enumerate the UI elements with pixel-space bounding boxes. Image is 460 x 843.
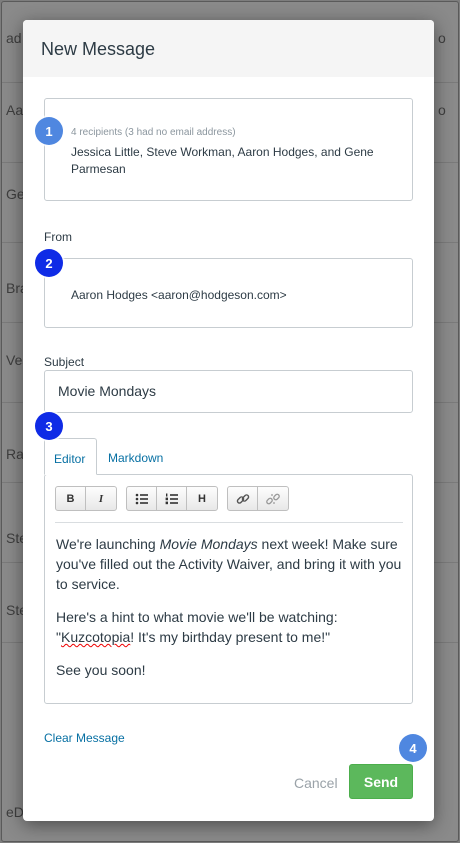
- from-value: Aaron Hodges <aaron@hodgeson.com>: [71, 288, 287, 302]
- subject-value: Movie Mondays: [58, 383, 157, 399]
- tab-editor[interactable]: Editor: [44, 438, 97, 475]
- callout-badge-4: 4: [399, 734, 427, 762]
- callout-badge-2: 2: [35, 249, 63, 277]
- message-editor[interactable]: B I H We're launching Movie Mondays next…: [44, 474, 413, 704]
- unlink-icon: [266, 493, 280, 504]
- background-text: ad: [6, 30, 22, 46]
- background-text: o: [438, 102, 446, 118]
- modal-header: New Message: [23, 20, 434, 77]
- new-message-modal: New Message 4 recipients (3 had no email…: [23, 20, 434, 821]
- body-paragraph: See you soon!: [56, 662, 146, 678]
- body-paragraph: We're launching Movie Mondays next week!…: [56, 534, 404, 594]
- from-field[interactable]: Aaron Hodges <aaron@hodgeson.com>: [44, 258, 413, 328]
- heading-button[interactable]: H: [187, 487, 217, 510]
- bullet-list-icon: [135, 493, 148, 504]
- link-button[interactable]: [228, 487, 258, 510]
- body-text: ! It's my birthday present to me!": [130, 629, 331, 645]
- bullet-list-button[interactable]: [127, 487, 157, 510]
- background-text: Ge: [6, 186, 25, 202]
- modal-title: New Message: [41, 39, 156, 59]
- body-paragraph: Here's a hint to what movie we'll be wat…: [56, 607, 404, 647]
- body-italic-text: Movie Mondays: [159, 536, 258, 552]
- cancel-button[interactable]: Cancel: [294, 775, 338, 791]
- callout-badge-1: 1: [35, 117, 63, 145]
- italic-button[interactable]: I: [86, 487, 116, 510]
- numbered-list-icon: [165, 493, 178, 504]
- from-label: From: [44, 230, 72, 244]
- tab-editor-label: Editor: [54, 452, 86, 466]
- misspelled-word: Kuzcotopia: [60, 629, 131, 645]
- message-body[interactable]: We're launching Movie Mondays next week!…: [56, 534, 404, 693]
- link-toolbar-group: [227, 486, 289, 511]
- recipients-field[interactable]: 4 recipients (3 had no email address) Je…: [44, 98, 413, 201]
- toolbar-divider: [55, 522, 403, 523]
- background-text: o: [438, 30, 446, 46]
- list-toolbar-group: H: [126, 486, 218, 511]
- tab-markdown[interactable]: Markdown: [108, 451, 163, 465]
- link-icon: [236, 493, 249, 504]
- body-text: We're launching: [56, 536, 160, 552]
- background-text: eD: [6, 804, 24, 820]
- numbered-list-button[interactable]: [157, 487, 187, 510]
- subject-label: Subject: [44, 355, 85, 369]
- send-button[interactable]: Send: [349, 764, 413, 799]
- format-toolbar-group: B I: [55, 486, 117, 511]
- clear-message-link[interactable]: Clear Message: [44, 731, 125, 745]
- subject-input[interactable]: Movie Mondays: [44, 370, 413, 413]
- recipient-names: Jessica Little, Steve Workman, Aaron Hod…: [71, 145, 374, 176]
- recipient-count: 4 recipients (3 had no email address): [71, 127, 236, 138]
- unlink-button[interactable]: [258, 487, 288, 510]
- background-text: Aa: [6, 102, 24, 118]
- bold-button[interactable]: B: [56, 487, 86, 510]
- callout-badge-3: 3: [35, 412, 63, 440]
